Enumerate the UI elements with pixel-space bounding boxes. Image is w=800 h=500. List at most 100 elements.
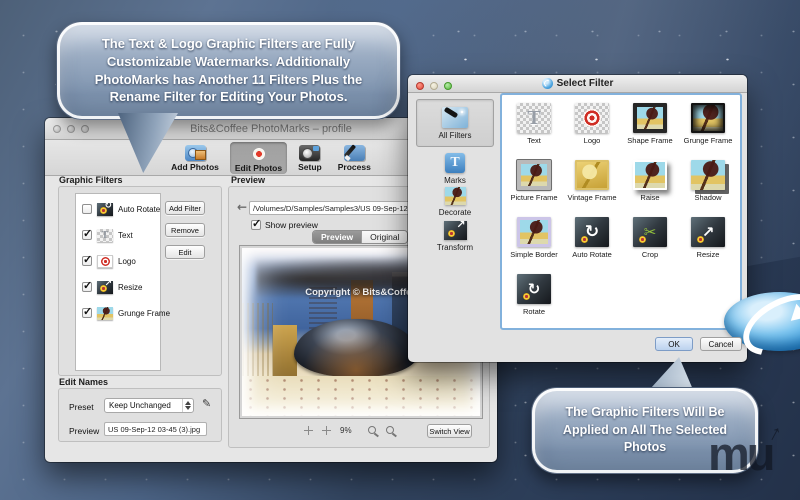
center-image-icon[interactable]: [304, 426, 313, 435]
checkbox[interactable]: ✓: [251, 220, 261, 230]
desktop: Bits&Coffee PhotoMarks – profile Add Pho…: [0, 0, 800, 500]
zoom-button[interactable]: [81, 125, 89, 133]
filter-grid-panel: Text Logo Shape Frame Grunge Frame Pictu…: [500, 93, 742, 330]
graphic-filters-title: Graphic Filters: [59, 175, 123, 185]
crop-icon: [633, 217, 667, 247]
list-item-auto-rotate[interactable]: Auto Rotate: [82, 199, 160, 219]
filter-cell-crop[interactable]: Crop: [621, 217, 679, 274]
ok-button[interactable]: OK: [655, 337, 693, 351]
name-preview-label: Preview: [69, 426, 99, 436]
top-callout-text: The Text & Logo Graphic Filters are Full…: [81, 35, 376, 105]
filter-cell-raise[interactable]: Raise: [621, 160, 679, 217]
all-filters-icon: [442, 107, 468, 128]
filter-cell-simple-border[interactable]: Simple Border: [505, 217, 563, 274]
window-title: Bits&Coffee PhotoMarks – profile: [190, 123, 352, 135]
preset-label: Preset: [69, 402, 94, 412]
zoom-level: 9%: [340, 426, 352, 435]
preview-controls: 9% Switch View: [229, 424, 489, 438]
cancel-button[interactable]: Cancel: [700, 337, 742, 351]
add-filter-button[interactable]: Add Filter: [165, 201, 205, 215]
remove-filter-button[interactable]: Remove: [165, 223, 205, 237]
minimize-button[interactable]: [67, 125, 75, 133]
close-button[interactable]: [53, 125, 61, 133]
list-item-text[interactable]: ✓ Text: [82, 225, 160, 245]
zoom-button[interactable]: [444, 82, 452, 90]
filter-grid: Text Logo Shape Frame Grunge Frame Pictu…: [505, 98, 737, 325]
filter-cell-shadow[interactable]: Shadow: [679, 160, 737, 217]
sidebar-item-decorate[interactable]: Decorate: [416, 187, 494, 217]
filter-cell-resize[interactable]: Resize: [679, 217, 737, 274]
rotate-icon: [517, 274, 551, 304]
simple-border-icon: [517, 217, 551, 247]
edit-preset-icon[interactable]: ✎: [202, 397, 211, 410]
text-filter-icon: [97, 229, 113, 242]
logo-icon: [575, 103, 609, 133]
marks-icon: [445, 153, 465, 173]
dialog-titlebar[interactable]: Select Filter: [408, 75, 747, 93]
picture-frame-icon: [517, 160, 551, 190]
vintage-frame-icon: [575, 160, 609, 190]
toolbar-edit-photos[interactable]: Edit Photos: [230, 142, 287, 174]
grunge-frame-icon: [97, 307, 113, 320]
top-callout: The Text & Logo Graphic Filters are Full…: [56, 21, 401, 120]
filter-list[interactable]: Auto Rotate ✓ Text ✓ Logo ✓ Resize: [75, 193, 161, 371]
zoom-in-icon[interactable]: [368, 426, 376, 434]
list-item-resize[interactable]: ✓ Resize: [82, 277, 160, 297]
filter-cell-rotate[interactable]: Rotate: [505, 274, 563, 331]
back-arrow-icon[interactable]: ←: [237, 200, 247, 214]
checkbox[interactable]: ✓: [82, 282, 92, 292]
filter-cell-vintage-frame[interactable]: Vintage Frame: [563, 160, 621, 217]
list-item-logo[interactable]: ✓ Logo: [82, 251, 160, 271]
filter-cell-grunge-frame[interactable]: Grunge Frame: [679, 103, 737, 160]
window-controls: [416, 82, 452, 90]
sidebar-item-transform[interactable]: Transform: [416, 221, 494, 252]
edit-filter-button[interactable]: Edit: [165, 245, 205, 259]
shape-frame-icon: [633, 103, 667, 133]
sidebar-item-marks[interactable]: Marks: [416, 153, 494, 185]
filter-cell-logo[interactable]: Logo: [563, 103, 621, 160]
graphic-filters-group: Auto Rotate ✓ Text ✓ Logo ✓ Resize: [58, 186, 222, 376]
auto-rotate-icon: [575, 217, 609, 247]
resize-photo-icon: [97, 281, 113, 294]
filter-cell-text[interactable]: Text: [505, 103, 563, 160]
process-icon: [344, 145, 365, 161]
filter-cell-auto-rotate[interactable]: Auto Rotate: [563, 217, 621, 274]
logo-filter-icon: [97, 255, 113, 268]
filter-cell-picture-frame[interactable]: Picture Frame: [505, 160, 563, 217]
grunge-frame-icon: [691, 103, 725, 133]
preview-panel-title: Preview: [231, 175, 265, 185]
close-button[interactable]: [416, 82, 424, 90]
select-filter-dialog: Select Filter All Filters Marks Decorate…: [408, 75, 747, 362]
setup-icon: [299, 145, 320, 161]
sidebar-item-all-filters[interactable]: All Filters: [416, 99, 494, 147]
switch-view-button[interactable]: Switch View: [427, 424, 472, 438]
filter-cell-shape-frame[interactable]: Shape Frame: [621, 103, 679, 160]
preset-dropdown[interactable]: Keep Unchanged: [104, 398, 194, 413]
preview-original-tabs: Preview Original: [312, 230, 408, 244]
list-item-grunge-frame[interactable]: ✓ Grunge Frame: [82, 303, 160, 323]
toolbar-process[interactable]: Process: [333, 143, 376, 173]
zoom-out-icon[interactable]: [386, 426, 394, 434]
decorate-icon: [445, 187, 466, 205]
edit-photos-icon: [249, 144, 267, 162]
auto-rotate-photo-icon: [97, 203, 113, 216]
tab-preview[interactable]: Preview: [313, 231, 361, 243]
plaza-ground: [242, 376, 480, 416]
photomarks-app-icon: [542, 78, 553, 89]
checkbox[interactable]: ✓: [82, 230, 92, 240]
fit-image-icon[interactable]: [322, 426, 331, 435]
name-preview-field[interactable]: US 09-Sep-12 03-45 (3).jpg: [104, 422, 207, 436]
checkbox[interactable]: ✓: [82, 256, 92, 266]
checkbox[interactable]: ✓: [82, 308, 92, 318]
tab-original[interactable]: Original: [361, 231, 407, 243]
toolbar-setup[interactable]: Setup: [293, 143, 327, 173]
shadow-icon: [691, 160, 725, 190]
window-controls: [53, 125, 89, 133]
resize-icon: [691, 217, 725, 247]
minimize-button[interactable]: [430, 82, 438, 90]
toolbar-add-photos[interactable]: Add Photos: [166, 143, 224, 173]
checkbox[interactable]: [82, 204, 92, 214]
edit-names-title: Edit Names: [59, 377, 108, 387]
edit-names-group: Preset Keep Unchanged ✎ Preview US 09-Se…: [58, 388, 222, 442]
show-preview-checkbox[interactable]: ✓ Show preview: [251, 220, 318, 230]
